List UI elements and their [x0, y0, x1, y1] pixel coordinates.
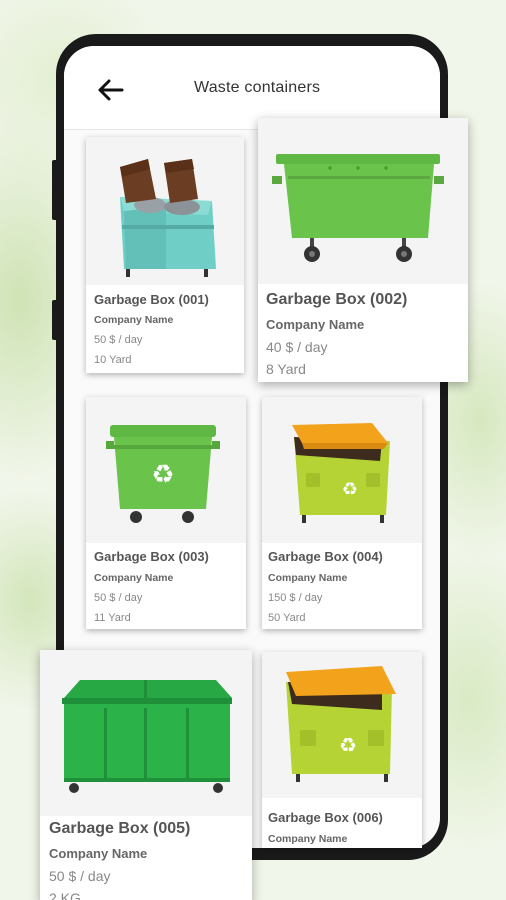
container-price: 50 $ / day [94, 334, 143, 346]
company-name: Company Name [268, 833, 348, 845]
phone-side-button [52, 160, 58, 220]
container-card-002[interactable]: Garbage Box (002) Company Name 40 $ / da… [258, 118, 468, 382]
container-card-005[interactable]: Garbage Box (005) Company Name 50 $ / da… [40, 650, 252, 900]
container-name: Garbage Box (004) [268, 549, 383, 564]
container-card-003[interactable]: ♻ Garbage Box (003) Company Name 50 $ / … [86, 397, 246, 629]
container-size: 11 Yard [94, 612, 131, 624]
container-image: ♻ [262, 652, 422, 798]
container-name: Garbage Box (006) [268, 810, 383, 825]
page-title: Waste containers [194, 79, 321, 96]
dumpster-image [120, 159, 216, 277]
dumpster-image: ♻ [292, 423, 390, 523]
container-price: 40 $ / day [266, 339, 328, 355]
container-size: 2 KG [49, 890, 81, 900]
container-name: Garbage Box (002) [266, 291, 408, 308]
container-size: 50 Yard [268, 612, 306, 624]
container-image: ♻ [86, 397, 246, 543]
company-name: Company Name [49, 846, 148, 861]
container-size: 8 Yard [266, 361, 306, 377]
dumpster-image: ♻ [286, 666, 396, 782]
company-name: Company Name [266, 317, 365, 332]
container-name: Garbage Box (005) [49, 820, 191, 837]
container-price: 50 $ / day [49, 868, 111, 884]
arrow-left-icon[interactable] [96, 78, 124, 102]
company-name: Company Name [94, 314, 174, 326]
container-card-001[interactable]: Garbage Box (001) Company Name 50 $ / da… [86, 137, 244, 373]
dumpster-image [272, 154, 444, 262]
company-name: Company Name [268, 572, 348, 584]
phone-side-button [52, 300, 58, 340]
company-name: Company Name [94, 572, 174, 584]
container-image [40, 650, 252, 816]
container-card-004[interactable]: ♻ Garbage Box (004) Company Name 150 $ /… [262, 397, 422, 629]
svg-text:♻: ♻ [339, 733, 357, 757]
container-price: 150 $ / day [268, 592, 323, 604]
container-card-006[interactable]: ♻ Garbage Box (006) Company Name [262, 652, 422, 848]
container-name: Garbage Box (001) [94, 292, 209, 307]
recycle-bin-image: ♻ [106, 425, 220, 523]
container-name: Garbage Box (003) [94, 549, 209, 564]
container-image [258, 118, 468, 284]
svg-text:♻: ♻ [342, 479, 358, 500]
container-price: 50 $ / day [94, 592, 143, 604]
container-image [86, 137, 244, 285]
container-image: ♻ [262, 397, 422, 543]
container-size: 10 Yard [94, 354, 132, 366]
svg-text:♻: ♻ [151, 460, 174, 490]
dumpster-image [62, 680, 232, 793]
